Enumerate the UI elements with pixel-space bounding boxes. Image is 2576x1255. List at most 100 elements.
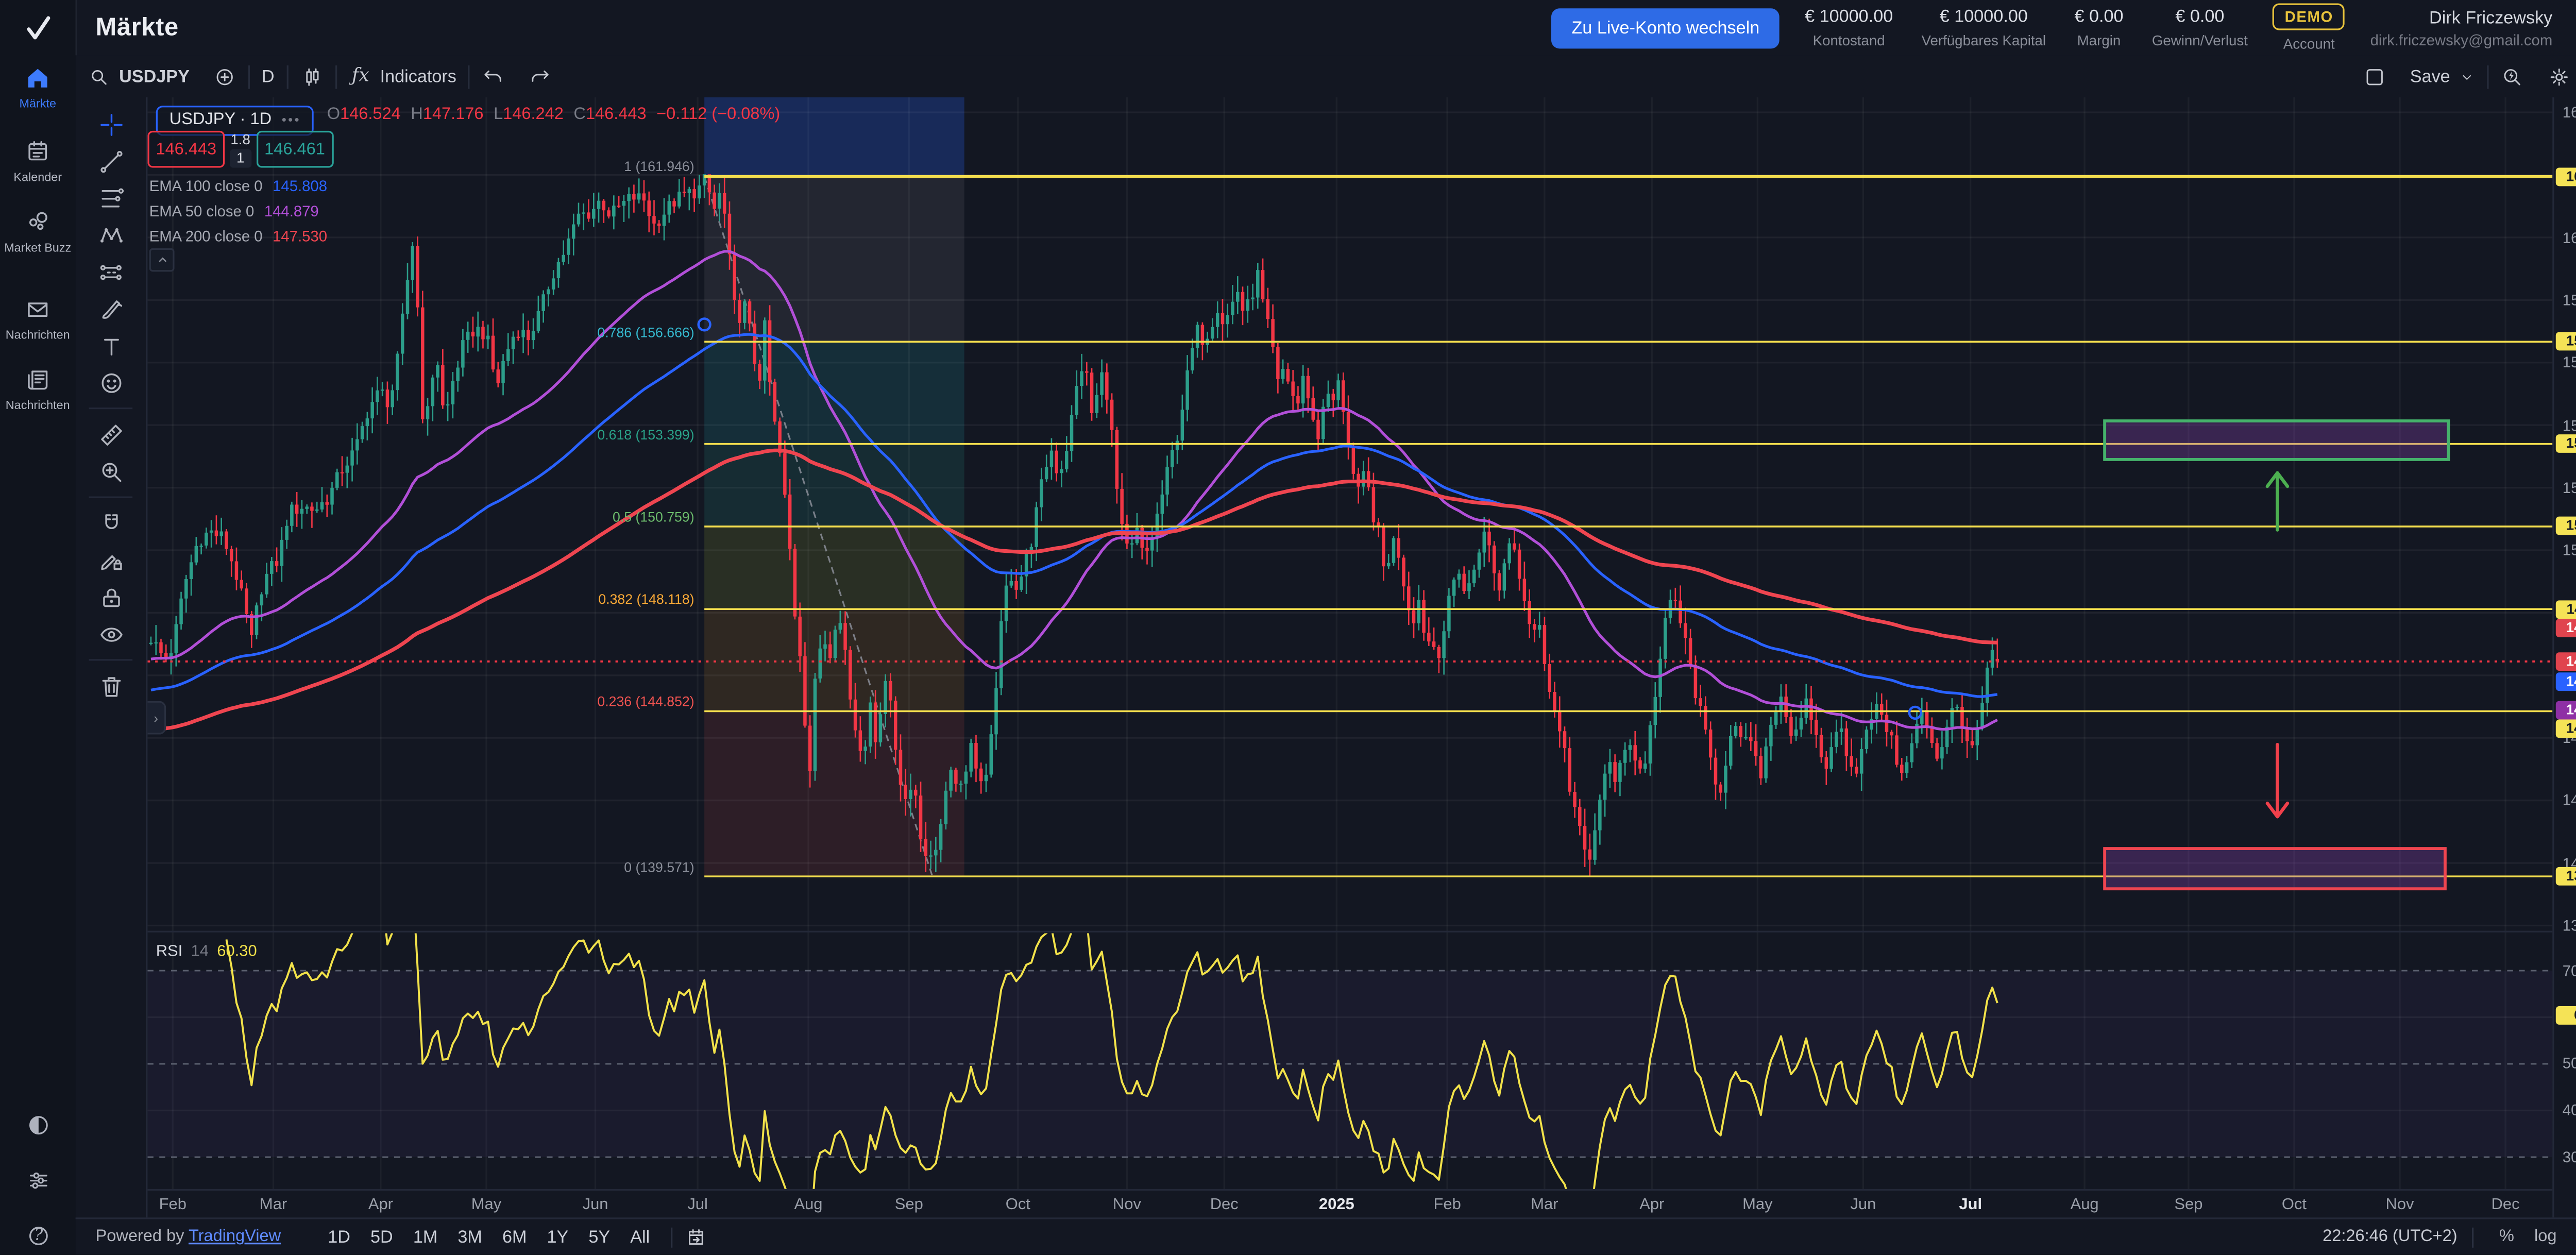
zoom-in-icon — [96, 457, 125, 485]
flash-search-icon — [2500, 64, 2524, 88]
xabcd-icon[interactable] — [89, 216, 133, 253]
emoji-icon[interactable] — [89, 364, 133, 401]
page-title: Märkte — [96, 13, 179, 42]
go-to-date-button[interactable] — [685, 1219, 709, 1254]
sidebar-item-m-rkte[interactable]: Märkte — [0, 64, 75, 111]
price-tick: 158.000 — [2554, 292, 2576, 309]
chart-style-button[interactable] — [288, 55, 335, 97]
brush-icon[interactable] — [89, 290, 133, 327]
price-badge-148.118: 148.118 — [2556, 600, 2576, 618]
zoom-in-icon[interactable] — [89, 453, 133, 490]
text-icon[interactable] — [89, 327, 133, 364]
up-arrow-drawing[interactable] — [2267, 473, 2287, 530]
fib-label: 0.236 (144.852) — [147, 694, 694, 709]
more-options-icon[interactable]: ••• — [282, 112, 301, 127]
sidebar-item-kalender[interactable]: Kalender — [0, 138, 75, 184]
range-1m[interactable]: 1M — [403, 1227, 448, 1247]
range-6m[interactable]: 6M — [492, 1227, 537, 1247]
compare-button[interactable] — [201, 55, 248, 97]
price-tick: 138.000 — [2554, 917, 2576, 934]
legend-symbol: USDJPY · 1D — [170, 111, 272, 129]
stop-zone-rectangle[interactable] — [2105, 849, 2445, 889]
demo-account: DEMO Account — [2273, 4, 2345, 52]
percent-toggle[interactable]: % — [2489, 1228, 2524, 1246]
sell-button[interactable]: 146.443 — [147, 131, 225, 168]
indicator-row-ema-200-close-0[interactable]: EMA 200 close 0147.530 — [149, 228, 327, 245]
range-3m[interactable]: 3M — [448, 1227, 493, 1247]
sliders-button[interactable] — [0, 1167, 75, 1194]
ema-50-line[interactable] — [151, 251, 1997, 730]
draw-lock-icon[interactable] — [89, 541, 133, 579]
clock[interactable]: 22:26:46 (UTC+2) — [2323, 1228, 2457, 1246]
chart-plot-area[interactable]: 1 (161.946)0.786 (156.666)0.618 (153.399… — [147, 97, 2554, 1219]
interval-button[interactable]: D — [250, 55, 286, 97]
sidebar-item-nachrichten[interactable]: Nachrichten — [0, 295, 75, 342]
tradingview-link[interactable]: TradingView — [189, 1228, 281, 1246]
brush-icon — [96, 294, 125, 323]
time-label: Mar — [1531, 1196, 1558, 1214]
buy-button[interactable]: 146.461 — [256, 131, 333, 168]
range-1d[interactable]: 1D — [318, 1227, 361, 1247]
fib-icon[interactable] — [89, 179, 133, 216]
rsi-tick: 30.00 — [2554, 1149, 2576, 1166]
fib-label: 0.618 (153.399) — [147, 427, 694, 442]
lock-icon[interactable] — [89, 579, 133, 616]
emoji-icon — [96, 368, 125, 396]
draw-lock-icon — [96, 546, 125, 574]
fib-band — [704, 527, 964, 609]
save-button[interactable]: Save — [2398, 55, 2487, 97]
stat-gewinn-verlust: € 0.00Gewinn/Verlust — [2152, 7, 2248, 48]
price-tick: 164.000 — [2554, 104, 2576, 121]
drawing-toolbar-toggle[interactable]: › — [147, 701, 166, 735]
spread-value: 1.8 — [230, 131, 250, 148]
time-label: May — [471, 1196, 501, 1214]
layout-button[interactable] — [2351, 55, 2398, 97]
redo-icon — [529, 64, 552, 88]
price-scale[interactable]: 164.000160.000158.000156.000154.000152.0… — [2552, 97, 2576, 1219]
down-arrow-drawing[interactable] — [2267, 744, 2287, 817]
settings-button[interactable] — [2536, 55, 2576, 97]
time-axis[interactable]: FebMarAprMayJunJulAugSepOctNovDec2025Feb… — [147, 1189, 2554, 1219]
indicator-row-ema-100-close-0[interactable]: EMA 100 close 0145.808 — [149, 178, 327, 195]
ruler-icon — [96, 420, 125, 448]
auto-toggle[interactable]: auto — [2567, 1228, 2576, 1246]
ruler-icon[interactable] — [89, 416, 133, 453]
rsi-legend[interactable]: RSI 14 60.30 — [156, 942, 257, 961]
symbol-search-button[interactable]: USDJPY — [75, 55, 201, 97]
indicator-row-ema-50-close-0[interactable]: EMA 50 close 0144.879 — [149, 203, 319, 220]
switch-to-live-button[interactable]: Zu Live-Konto wechseln — [1551, 8, 1780, 48]
log-toggle[interactable]: log — [2524, 1228, 2567, 1246]
position-icon[interactable] — [89, 253, 133, 291]
app-logo-checkmark-icon[interactable] — [0, 7, 75, 50]
price-tick: 142.000 — [2554, 792, 2576, 809]
price-badge-146.443: 146.443 — [2556, 652, 2576, 671]
contrast-button[interactable] — [0, 1112, 75, 1139]
range-5y[interactable]: 5Y — [579, 1227, 620, 1247]
range-all[interactable]: All — [620, 1227, 660, 1247]
trash-icon[interactable] — [89, 668, 133, 705]
range-5d[interactable]: 5D — [360, 1227, 403, 1247]
crosshair-icon[interactable] — [89, 106, 133, 143]
time-label: Feb — [1434, 1196, 1461, 1214]
candlestick-chart[interactable] — [147, 97, 2554, 1219]
redo-button[interactable] — [517, 55, 564, 97]
time-label: Feb — [159, 1196, 187, 1214]
help-button[interactable]: ? — [0, 1223, 75, 1249]
quick-search-icon[interactable] — [2489, 55, 2536, 97]
undo-button[interactable] — [470, 55, 517, 97]
target-zone-rectangle[interactable] — [2105, 421, 2448, 460]
price-badge-153.399: 153.399 — [2556, 435, 2576, 453]
rsi-tick: 40.00 — [2554, 1102, 2576, 1119]
time-label: Aug — [2071, 1196, 2099, 1214]
search-icon — [87, 64, 111, 88]
trendline-icon[interactable] — [89, 143, 133, 180]
indicators-button[interactable]: ƒx Indicators — [336, 55, 468, 97]
magnet-icon[interactable] — [89, 505, 133, 542]
range-1y[interactable]: 1Y — [537, 1227, 579, 1247]
chevron-down-icon — [2459, 68, 2476, 85]
collapse-legend-button[interactable] — [149, 248, 175, 272]
sidebar-item-nachrichten-2[interactable]: Nachrichten — [0, 366, 75, 413]
eye-icon[interactable] — [89, 616, 133, 653]
sidebar-item-market-buzz[interactable]: Market Buzz — [0, 208, 75, 255]
drawing-anchor-handle[interactable] — [1909, 707, 1921, 719]
